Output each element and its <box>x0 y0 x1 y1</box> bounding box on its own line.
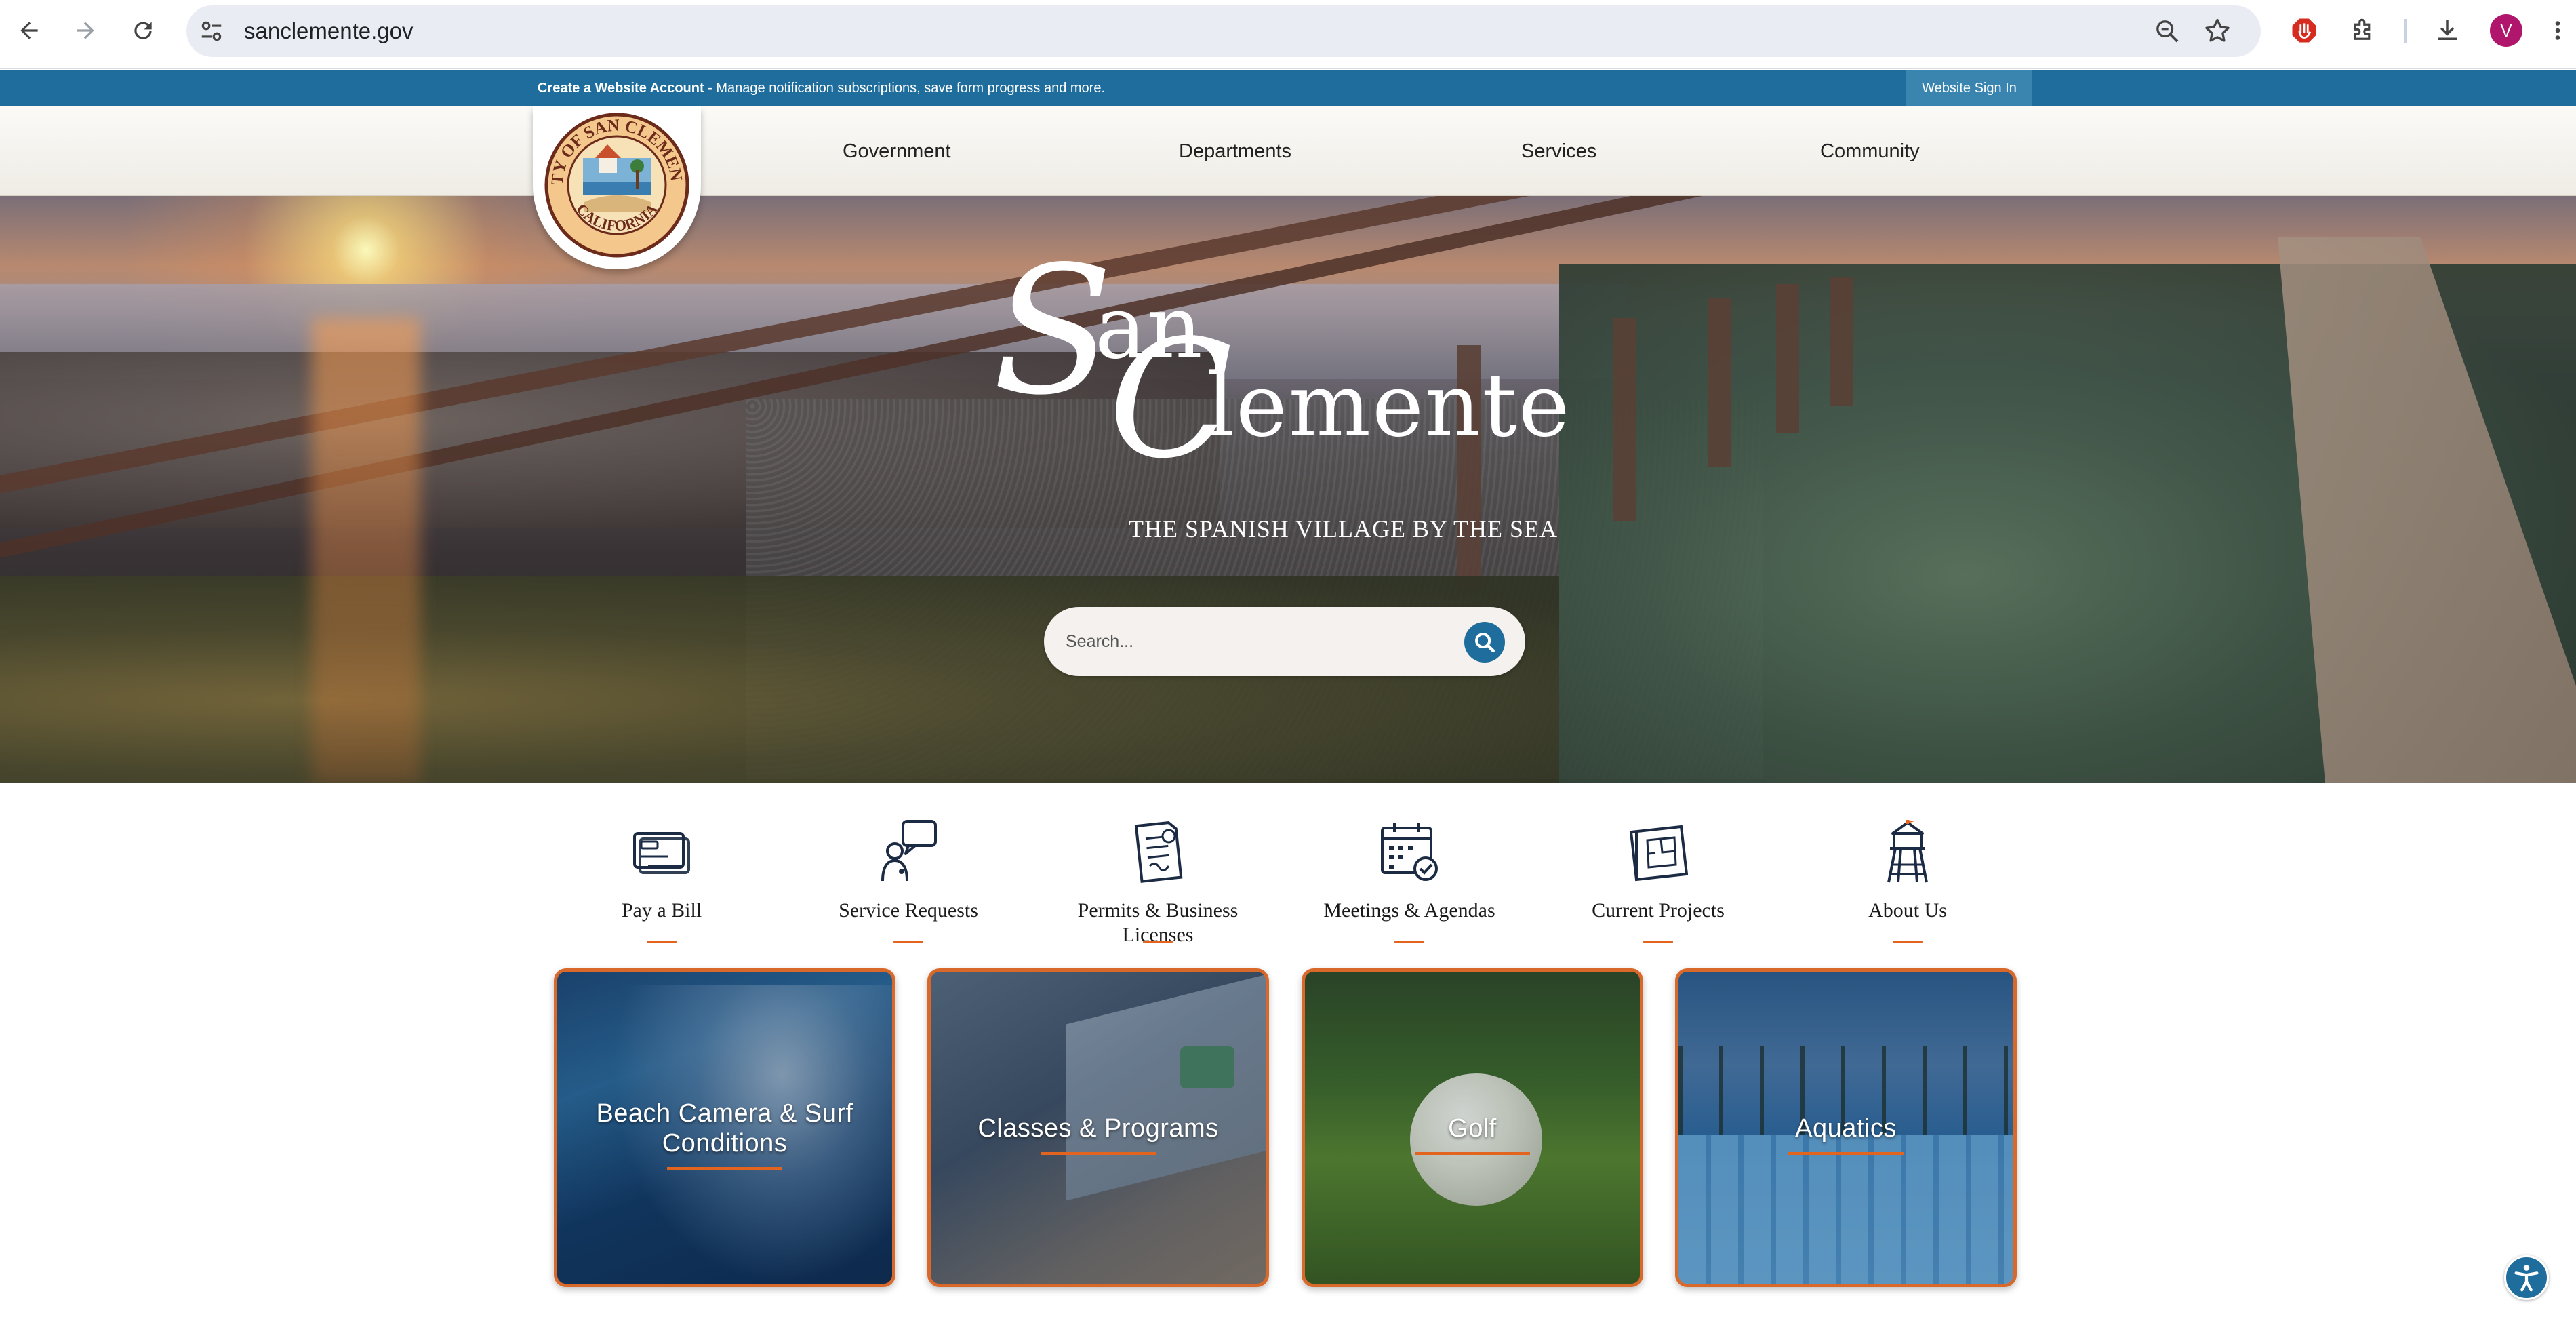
back-arrow-icon[interactable] <box>14 15 45 46</box>
quick-link-label: About Us <box>1868 899 1947 922</box>
menu-kebab-icon[interactable] <box>2548 15 2568 46</box>
account-bar: Create a Website Account - Manage notifi… <box>0 70 2576 106</box>
card-title-underline <box>1041 1152 1156 1155</box>
quick-link-about-us[interactable]: About Us <box>1792 817 2023 946</box>
quick-link-underline <box>893 941 923 943</box>
hero-sun-flare <box>312 318 420 783</box>
quick-link-label: Current Projects <box>1592 899 1725 922</box>
nav-community[interactable]: Community <box>1820 139 1920 163</box>
hero-title-lemente: lemente <box>1207 355 1571 456</box>
profile-avatar[interactable]: V <box>2490 14 2522 47</box>
quick-link-underline <box>1143 941 1173 943</box>
card-classes-programs[interactable]: Classes & Programs <box>927 968 1269 1287</box>
nav-government[interactable]: Government <box>843 139 951 163</box>
nav-departments[interactable]: Departments <box>1179 139 1291 163</box>
url-text[interactable]: sanclemente.gov <box>244 18 413 45</box>
blueprint-icon <box>1629 825 1689 882</box>
create-account-link[interactable]: Create a Website Account <box>538 81 704 96</box>
card-title-underline <box>1788 1152 1904 1155</box>
lifeguard-tower-icon <box>1887 820 1928 883</box>
card-title: Beach Camera & Surf Conditions <box>596 1099 853 1158</box>
search-icon <box>1475 633 1495 653</box>
zoom-icon[interactable] <box>2154 18 2181 45</box>
download-icon[interactable] <box>2432 15 2463 46</box>
website-sign-in-button[interactable]: Website Sign In <box>1906 70 2032 106</box>
forward-arrow-icon[interactable] <box>70 15 101 46</box>
quick-link-pay-a-bill[interactable]: Pay a Bill <box>546 817 777 946</box>
account-message: Create a Website Account - Manage notifi… <box>538 79 1105 98</box>
card-title: Aquatics <box>1795 1114 1897 1143</box>
credit-card-icon <box>633 832 690 874</box>
search-button[interactable] <box>1464 622 1505 663</box>
hero-fence-post <box>1776 284 1799 433</box>
browser-toolbar: sanclemente.gov V <box>0 0 2576 69</box>
toolbar-separator <box>2404 19 2407 43</box>
quick-link-meetings-agendas[interactable]: Meetings & Agendas <box>1294 817 1525 946</box>
quick-link-current-projects[interactable]: Current Projects <box>1543 817 1773 946</box>
search-input[interactable] <box>1066 626 1445 657</box>
hero-fence-post <box>1830 277 1853 406</box>
hero-fence-post <box>1613 318 1636 521</box>
quick-link-underline <box>647 941 677 943</box>
quick-link-underline <box>1394 941 1424 943</box>
accessibility-person-icon <box>2514 1265 2539 1292</box>
quick-link-label: Service Requests <box>839 899 978 922</box>
permit-document-icon <box>1134 821 1183 883</box>
adblock-extension-icon[interactable] <box>2289 15 2320 46</box>
card-title: Classes & Programs <box>978 1114 1219 1143</box>
quick-link-label: Meetings & Agendas <box>1323 899 1495 922</box>
site-settings-icon[interactable] <box>199 18 224 44</box>
site-search <box>1044 607 1525 676</box>
main-navigation: Government Departments Services Communit… <box>0 106 2576 196</box>
card-title-underline <box>1415 1152 1530 1155</box>
nav-services[interactable]: Services <box>1521 139 1596 163</box>
hero-title-logotype: S an C lemente <box>983 243 1593 481</box>
hero-banner: S an C lemente THE SPANISH VILLAGE BY TH… <box>0 196 2576 783</box>
bookmark-star-icon[interactable] <box>2202 16 2232 46</box>
address-bar[interactable]: sanclemente.gov <box>186 5 2261 57</box>
accessibility-widget-button[interactable] <box>2504 1255 2549 1300</box>
quick-link-service-requests[interactable]: Service Requests <box>793 817 1024 946</box>
account-message-text: - Manage notification subscriptions, sav… <box>704 81 1106 96</box>
calendar-check-icon <box>1381 823 1438 881</box>
extensions-puzzle-icon[interactable] <box>2348 15 2379 46</box>
quick-link-label: Pay a Bill <box>621 899 702 922</box>
card-title: Golf <box>1448 1114 1497 1143</box>
quick-link-underline <box>1893 941 1923 943</box>
card-aquatics[interactable]: Aquatics <box>1675 968 2017 1287</box>
card-golf[interactable]: Golf <box>1302 968 1643 1287</box>
quick-link-permits-business-licenses[interactable]: Permits & Business Licenses <box>1043 817 1273 946</box>
hero-tagline: THE SPANISH VILLAGE BY THE SEA <box>1129 515 1558 543</box>
quick-link-underline <box>1643 941 1673 943</box>
card-beach-camera-surf[interactable]: Beach Camera & Surf Conditions <box>554 968 895 1287</box>
reload-icon[interactable] <box>127 15 159 46</box>
person-speech-bubble-icon <box>881 820 937 882</box>
city-seal-logo[interactable]: CITY OF SAN CLEMENTE CALIFORNIA <box>533 106 701 269</box>
hero-fence-post <box>1708 298 1731 467</box>
card-title-underline <box>667 1167 782 1170</box>
